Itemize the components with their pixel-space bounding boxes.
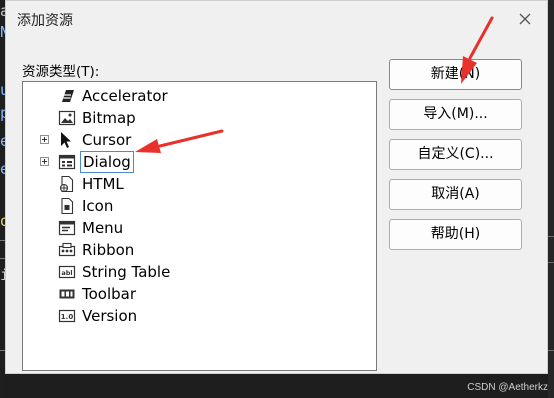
title-bar: 添加资源 (6, 1, 547, 39)
tree-item-label: Toolbar (82, 285, 137, 303)
tree-item-cursor[interactable]: Cursor (23, 129, 376, 151)
resource-type-label: 资源类型(T): (22, 64, 100, 80)
custom-button[interactable]: 自定义(C)... (389, 139, 522, 170)
tree-item-ribbon[interactable]: Ribbon (23, 239, 376, 261)
tree-item-label: Menu (82, 219, 124, 237)
bitmap-icon (58, 110, 76, 126)
tree-item-toolbar[interactable]: Toolbar (23, 283, 376, 305)
tree-item-label: Version (82, 307, 138, 325)
background-divider (548, 350, 554, 351)
background-editor-right (548, 0, 554, 398)
dialog-title: 添加资源 (17, 13, 73, 29)
svg-text:abl: abl (61, 269, 72, 277)
tree-item-label: Bitmap (82, 109, 136, 127)
background-divider (548, 262, 554, 263)
cancel-button[interactable]: 取消(A) (389, 179, 522, 210)
menu-icon (58, 220, 76, 236)
tree-item-label: Accelerator (82, 87, 168, 105)
add-resource-dialog: 添加资源 资源类型(T): Accelerator Bitmap Cursor … (5, 0, 548, 374)
close-icon[interactable] (517, 11, 533, 27)
dialog-icon (58, 154, 76, 170)
tree-item-label: HTML (82, 175, 124, 193)
help-button[interactable]: 帮助(H) (389, 219, 522, 250)
string-table-icon: abl (58, 265, 76, 279)
tree-item-html[interactable]: HTML (23, 173, 376, 195)
tree-item-string-table[interactable]: abl String Table (23, 261, 376, 283)
tree-item-label: Icon (82, 197, 114, 215)
toolbar-icon (59, 289, 75, 299)
cursor-icon (61, 132, 71, 148)
icon-resource-icon (61, 197, 74, 215)
tree-item-label: Cursor (82, 131, 132, 149)
tree-item-label: Dialog (80, 151, 134, 173)
tree-item-version[interactable]: 1.0 Version (23, 305, 376, 327)
import-button[interactable]: 导入(M)... (389, 99, 522, 130)
svg-text:1.0: 1.0 (61, 313, 74, 321)
resource-type-tree[interactable]: Accelerator Bitmap Cursor Dialog HTML Ic… (22, 81, 377, 371)
accelerator-icon (62, 90, 74, 102)
tree-item-icon[interactable]: Icon (23, 195, 376, 217)
expand-toggle-icon[interactable] (40, 157, 49, 166)
tree-item-label: Ribbon (82, 241, 135, 259)
new-button[interactable]: 新建(N) (389, 59, 522, 90)
version-icon: 1.0 (58, 309, 76, 323)
tree-item-menu[interactable]: Menu (23, 217, 376, 239)
tree-item-accelerator[interactable]: Accelerator (23, 85, 376, 107)
ribbon-icon (58, 242, 76, 257)
background-divider (548, 236, 554, 237)
tree-item-bitmap[interactable]: Bitmap (23, 107, 376, 129)
watermark: CSDN @Aetherkz (467, 382, 548, 393)
tree-item-label: String Table (82, 263, 171, 281)
html-icon (59, 175, 74, 193)
expand-toggle-icon[interactable] (40, 135, 49, 144)
tree-item-dialog[interactable]: Dialog (23, 151, 376, 173)
